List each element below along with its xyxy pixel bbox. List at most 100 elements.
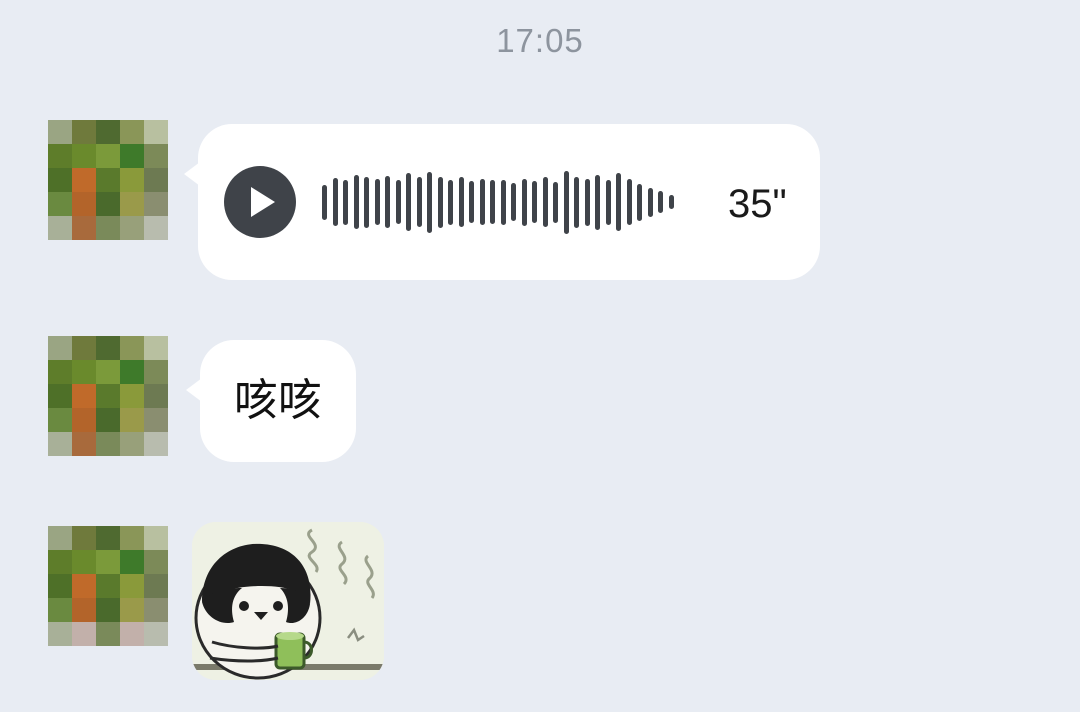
waveform-bar	[343, 179, 348, 225]
waveform-bar	[406, 173, 411, 231]
sender-avatar[interactable]	[48, 120, 168, 240]
waveform-bar	[563, 170, 569, 234]
avatar-pixel	[144, 432, 168, 456]
avatar-pixel	[48, 550, 72, 574]
avatar-pixel	[72, 598, 96, 622]
avatar-pixel	[96, 168, 120, 192]
avatar-pixel	[48, 168, 72, 192]
avatar-pixel	[120, 408, 144, 432]
avatar-pixel	[96, 622, 120, 646]
avatar-pixel	[48, 192, 72, 216]
waveform-bar	[374, 179, 380, 225]
avatar-pixel	[120, 192, 144, 216]
avatar-pixel	[144, 384, 168, 408]
avatar-pixel	[96, 432, 120, 456]
sender-avatar[interactable]	[48, 526, 168, 646]
avatar-pixel	[96, 408, 120, 432]
avatar-pixel	[120, 526, 144, 550]
waveform-bar	[595, 174, 600, 230]
avatar-pixel	[120, 574, 144, 598]
voice-message-bubble[interactable]: 35"	[184, 124, 820, 280]
avatar-pixel	[72, 144, 96, 168]
avatar-pixel	[144, 216, 168, 240]
play-button[interactable]	[224, 166, 296, 238]
avatar-pixel	[144, 360, 168, 384]
voice-waveform	[322, 164, 674, 240]
avatar-pixel	[72, 526, 96, 550]
message-text: 咳咳	[234, 375, 322, 426]
waveform-bar	[479, 179, 485, 225]
avatar-pixel	[144, 408, 168, 432]
avatar-pixel	[96, 574, 120, 598]
waveform-bar	[385, 176, 390, 228]
avatar-pixel	[96, 336, 120, 360]
avatar-pixel	[48, 336, 72, 360]
avatar-pixel	[120, 598, 144, 622]
avatar-pixel	[48, 216, 72, 240]
text-message-bubble[interactable]: 咳咳	[186, 340, 356, 462]
sender-avatar[interactable]	[48, 336, 168, 456]
avatar-pixel	[120, 360, 144, 384]
avatar-pixel	[120, 432, 144, 456]
avatar-pixel	[96, 526, 120, 550]
waveform-bar	[584, 178, 590, 226]
avatar-pixel	[72, 622, 96, 646]
waveform-bar	[448, 179, 453, 225]
avatar-pixel	[72, 360, 96, 384]
avatar-pixel	[144, 336, 168, 360]
avatar-pixel	[72, 550, 96, 574]
avatar-pixel	[120, 168, 144, 192]
avatar-pixel	[48, 120, 72, 144]
avatar-pixel	[144, 550, 168, 574]
avatar-pixel	[120, 622, 144, 646]
waveform-bar	[647, 187, 653, 217]
avatar-pixel	[120, 550, 144, 574]
avatar-pixel	[72, 574, 96, 598]
waveform-bar	[532, 181, 537, 223]
avatar-pixel	[144, 598, 168, 622]
avatar-pixel	[72, 120, 96, 144]
waveform-bar	[637, 183, 642, 221]
waveform-bar	[658, 191, 663, 213]
penguin-sticker[interactable]	[192, 522, 384, 680]
avatar-pixel	[48, 432, 72, 456]
avatar-pixel	[48, 408, 72, 432]
waveform-bar	[626, 179, 632, 225]
waveform-bar	[332, 178, 338, 226]
waveform-bar	[469, 181, 474, 223]
avatar-pixel	[144, 144, 168, 168]
avatar-pixel	[48, 598, 72, 622]
avatar-pixel	[96, 120, 120, 144]
avatar-pixel	[72, 192, 96, 216]
avatar-pixel	[96, 384, 120, 408]
waveform-bar	[395, 180, 401, 224]
avatar-pixel	[72, 408, 96, 432]
waveform-bar	[364, 176, 369, 228]
avatar-pixel	[144, 622, 168, 646]
play-icon	[251, 187, 275, 217]
avatar-pixel	[96, 216, 120, 240]
waveform-bar	[427, 171, 432, 233]
waveform-bar	[668, 195, 674, 209]
avatar-pixel	[96, 598, 120, 622]
voice-duration: 35"	[728, 182, 787, 226]
avatar-pixel	[96, 144, 120, 168]
avatar-pixel	[96, 192, 120, 216]
avatar-pixel	[72, 432, 96, 456]
waveform-bar	[353, 175, 359, 229]
waveform-bar	[542, 177, 548, 227]
avatar-pixel	[144, 120, 168, 144]
avatar-pixel	[144, 526, 168, 550]
avatar-pixel	[120, 336, 144, 360]
avatar-pixel	[48, 360, 72, 384]
avatar-pixel	[72, 336, 96, 360]
avatar-pixel	[120, 384, 144, 408]
waveform-bar	[437, 176, 443, 228]
waveform-bar	[500, 179, 506, 225]
waveform-bar	[490, 180, 495, 224]
waveform-bar	[416, 177, 422, 227]
waveform-bar	[458, 177, 464, 227]
avatar-pixel	[144, 192, 168, 216]
chat-timestamp: 17:05	[496, 22, 584, 59]
avatar-pixel	[48, 144, 72, 168]
